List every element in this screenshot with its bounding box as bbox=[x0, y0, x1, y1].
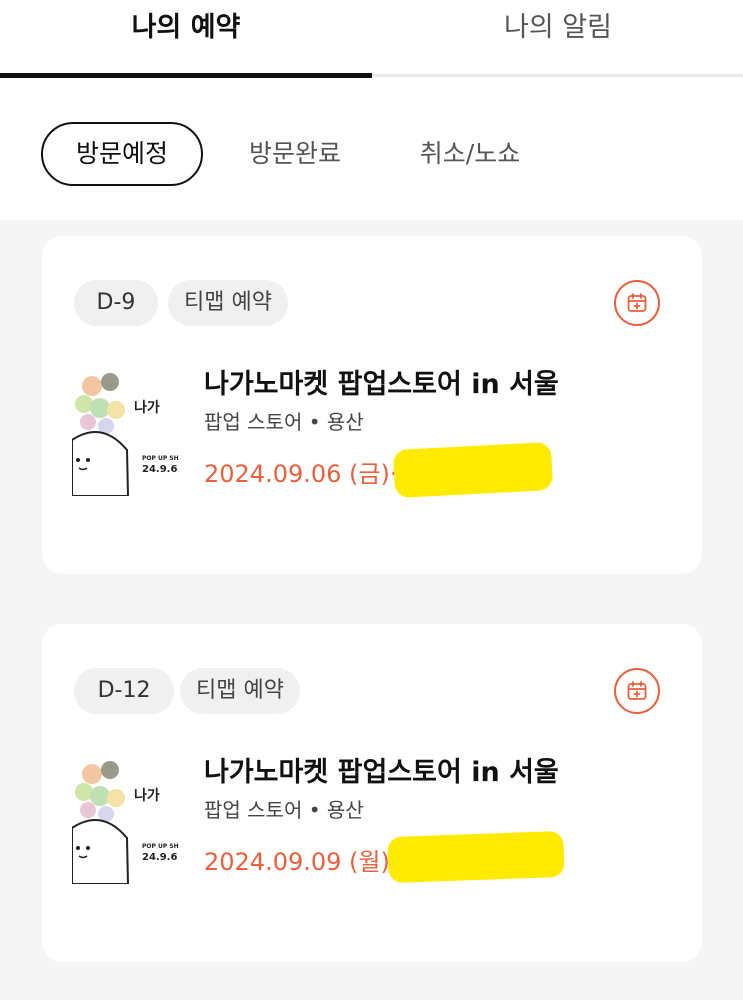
svg-text:24.9.6: 24.9.6 bbox=[142, 852, 177, 863]
tab-my-reservations[interactable]: 나의 예약 bbox=[0, 0, 372, 76]
calendar-add-icon bbox=[627, 681, 647, 700]
svg-text:나가: 나가 bbox=[134, 788, 160, 804]
event-thumbnail: 나가 POP UP SH 24.9.6 bbox=[72, 748, 182, 884]
reservation-card[interactable]: D-9 티맵 예약 나가 POP UP SH 24.9.6 나가노마켓 팝업스토… bbox=[42, 236, 702, 574]
event-category-location: 팝업 스토어 • 용산 bbox=[204, 798, 364, 822]
event-category-location: 팝업 스토어 • 용산 bbox=[204, 410, 364, 434]
active-tab-indicator bbox=[0, 73, 372, 78]
svg-text:나가: 나가 bbox=[134, 400, 160, 416]
filter-cancelled-noshow[interactable]: 취소/노쇼 bbox=[400, 124, 540, 184]
redaction-mark bbox=[392, 441, 554, 499]
top-tab-bar: 나의 예약 나의 알림 bbox=[0, 0, 743, 80]
dday-badge: D-9 bbox=[74, 280, 158, 326]
reservation-date: 2024.09.06 (금)· bbox=[204, 460, 398, 488]
reservation-type-badge: 티맵 예약 bbox=[168, 280, 288, 326]
tab-divider bbox=[372, 74, 743, 77]
svg-text:POP UP SH: POP UP SH bbox=[142, 843, 179, 850]
calendar-add-icon bbox=[627, 293, 647, 312]
event-title: 나가노마켓 팝업스토어 in 서울 bbox=[204, 757, 559, 788]
tab-my-notifications[interactable]: 나의 알림 bbox=[372, 0, 743, 76]
event-thumbnail: 나가 POP UP SH 24.9.6 bbox=[72, 360, 182, 496]
calendar-add-button[interactable] bbox=[614, 280, 660, 326]
status-filter-bar: 방문예정 방문완료 취소/노쇼 bbox=[0, 80, 743, 220]
redaction-mark bbox=[387, 830, 565, 884]
event-title: 나가노마켓 팝업스토어 in 서울 bbox=[204, 369, 559, 400]
dday-badge: D-12 bbox=[74, 668, 174, 714]
reservation-card[interactable]: D-12 티맵 예약 나가 POP UP SH 24.9.6 나가노마켓 팝업스… bbox=[42, 624, 702, 962]
calendar-add-button[interactable] bbox=[614, 668, 660, 714]
filter-visited[interactable]: 방문완료 bbox=[230, 124, 360, 184]
reservation-type-badge: 티맵 예약 bbox=[180, 668, 300, 714]
svg-text:POP UP SH: POP UP SH bbox=[142, 455, 179, 462]
filter-upcoming[interactable]: 방문예정 bbox=[41, 122, 203, 186]
reservation-date: 2024.09.09 (월) bbox=[204, 848, 390, 876]
svg-text:24.9.6: 24.9.6 bbox=[142, 464, 177, 475]
